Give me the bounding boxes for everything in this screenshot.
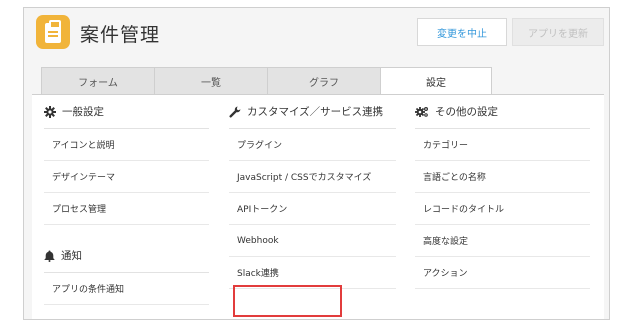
customize-heading: カスタマイズ／サービス連携 — [229, 95, 396, 129]
bell-icon — [44, 250, 55, 262]
tab-list[interactable]: 一覧 — [154, 67, 268, 94]
app-title: 案件管理 — [80, 24, 161, 46]
category-link[interactable]: カテゴリー — [415, 129, 590, 161]
gear-icon — [44, 105, 56, 118]
settings-panel: 一般設定 アイコンと説明 デザインテーマ プロセス管理 通知 アプリの条件通知 — [32, 94, 604, 319]
api-token-link[interactable]: APIトークン — [229, 193, 396, 225]
advanced-settings-link[interactable]: 高度な設定 — [415, 225, 590, 257]
cancel-changes-button[interactable]: 変更を中止 — [417, 18, 507, 46]
tab-bar: フォーム 一覧 グラフ 設定 — [41, 67, 492, 95]
gears-icon — [415, 106, 429, 118]
customize-title: カスタマイズ／サービス連携 — [247, 106, 384, 118]
plugins-link[interactable]: プラグイン — [229, 129, 396, 161]
tab-form[interactable]: フォーム — [41, 67, 155, 94]
general-settings-heading: 一般設定 — [44, 95, 209, 129]
other-settings-title: その他の設定 — [435, 106, 498, 118]
general-settings-column: 一般設定 アイコンと説明 デザインテーマ プロセス管理 通知 アプリの条件通知 — [44, 95, 209, 305]
tab-settings[interactable]: 設定 — [380, 67, 492, 95]
language-names-link[interactable]: 言語ごとの名称 — [415, 161, 590, 193]
webhook-link[interactable]: Webhook — [229, 225, 396, 257]
update-app-button[interactable]: アプリを更新 — [512, 18, 604, 46]
wrench-icon — [229, 106, 241, 118]
tab-graph[interactable]: グラフ — [267, 67, 381, 94]
design-theme-link[interactable]: デザインテーマ — [44, 161, 209, 193]
other-settings-column: その他の設定 カテゴリー 言語ごとの名称 レコードのタイトル 高度な設定 アクシ… — [415, 95, 590, 289]
notifications-heading: 通知 — [44, 239, 209, 273]
actions-link[interactable]: アクション — [415, 257, 590, 289]
notifications-title: 通知 — [61, 250, 82, 262]
customize-column: カスタマイズ／サービス連携 プラグイン JavaScript / CSSでカスタ… — [229, 95, 396, 289]
app-condition-notification-link[interactable]: アプリの条件通知 — [44, 273, 209, 305]
clipboard-icon — [36, 15, 70, 49]
general-settings-title: 一般設定 — [62, 106, 104, 118]
icon-and-description-link[interactable]: アイコンと説明 — [44, 129, 209, 161]
slack-highlight-box — [233, 285, 342, 317]
process-management-link[interactable]: プロセス管理 — [44, 193, 209, 225]
js-css-customize-link[interactable]: JavaScript / CSSでカスタマイズ — [229, 161, 396, 193]
app-settings-window: 案件管理 変更を中止 アプリを更新 フォーム 一覧 グラフ 設定 一般設定 アイ… — [23, 7, 610, 320]
record-title-link[interactable]: レコードのタイトル — [415, 193, 590, 225]
other-settings-heading: その他の設定 — [415, 95, 590, 129]
